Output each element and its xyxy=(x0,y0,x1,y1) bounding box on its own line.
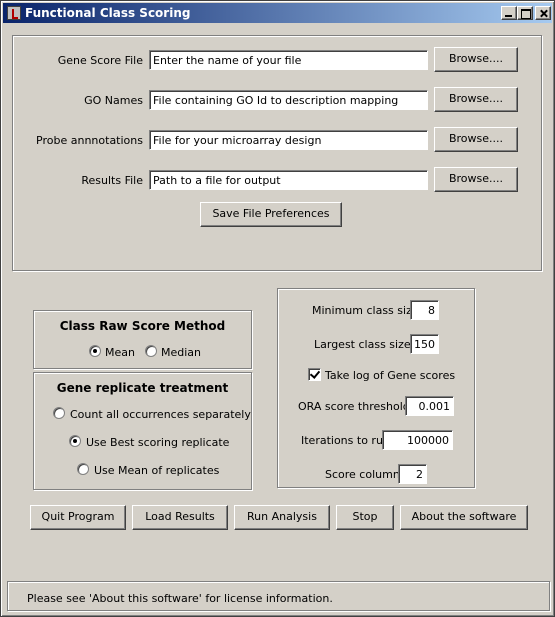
take-log-label[interactable]: Take log of Gene scores xyxy=(325,369,455,382)
raw-score-median-radio[interactable] xyxy=(145,345,157,357)
replicate-treatment-title: Gene replicate treatment xyxy=(56,381,229,395)
iterations-label: Iterations to run xyxy=(301,434,390,447)
run-analysis-button[interactable]: Run Analysis xyxy=(234,505,330,530)
max-class-size-label: Largest class size xyxy=(314,338,411,351)
probe-annotations-browse-button[interactable]: Browse.... xyxy=(434,127,518,152)
min-class-size-label: Minimum class size xyxy=(312,304,419,317)
close-icon[interactable] xyxy=(535,6,551,20)
results-browse-button[interactable]: Browse.... xyxy=(434,167,518,192)
probe-annotations-input[interactable]: File for your microarray design xyxy=(149,130,428,150)
replicate-count-all-radio[interactable] xyxy=(53,407,65,419)
go-names-input[interactable]: File containing GO Id to description map… xyxy=(149,90,428,110)
score-column-input[interactable]: 2 xyxy=(398,464,427,484)
title-bar[interactable]: Functional Class Scoring xyxy=(3,3,552,23)
window-title: Functional Class Scoring xyxy=(25,6,191,20)
score-column-label: Score column xyxy=(325,468,400,481)
stop-button[interactable]: Stop xyxy=(336,505,394,530)
results-file-label: Results File xyxy=(81,174,143,187)
main-window: Functional Class Scoring Gene Score File… xyxy=(0,0,555,617)
replicate-mean-label[interactable]: Use Mean of replicates xyxy=(94,464,219,477)
results-file-input[interactable]: Path to a file for output xyxy=(149,170,428,190)
save-file-preferences-button[interactable]: Save File Preferences xyxy=(200,202,342,227)
maximize-icon[interactable] xyxy=(517,6,533,20)
ora-threshold-input[interactable]: 0.001 xyxy=(405,396,454,416)
min-class-size-input[interactable]: 8 xyxy=(410,300,439,320)
replicate-best-label[interactable]: Use Best scoring replicate xyxy=(86,436,229,449)
raw-score-median-label[interactable]: Median xyxy=(161,346,201,359)
raw-score-mean-label[interactable]: Mean xyxy=(105,346,135,359)
go-names-browse-button[interactable]: Browse.... xyxy=(434,87,518,112)
gene-score-file-label: Gene Score File xyxy=(57,54,143,67)
replicate-mean-radio[interactable] xyxy=(77,463,89,475)
parameters-panel xyxy=(277,288,475,488)
iterations-input[interactable]: 100000 xyxy=(382,430,453,450)
java-app-icon xyxy=(7,6,21,20)
load-results-button[interactable]: Load Results xyxy=(132,505,228,530)
gene-score-browse-button[interactable]: Browse.... xyxy=(434,47,518,72)
max-class-size-input[interactable]: 150 xyxy=(410,334,439,354)
probe-annotations-label: Probe annnotations xyxy=(36,134,143,147)
raw-score-mean-radio[interactable] xyxy=(89,345,101,357)
replicate-count-all-label[interactable]: Count all occurrences separately xyxy=(70,408,251,421)
quit-program-button[interactable]: Quit Program xyxy=(30,505,126,530)
replicate-best-radio[interactable] xyxy=(69,435,81,447)
raw-score-method-title: Class Raw Score Method xyxy=(59,319,226,333)
ora-threshold-label: ORA score threshold xyxy=(298,400,410,413)
status-message: Please see 'About this software' for lic… xyxy=(27,592,333,605)
minimize-icon[interactable] xyxy=(501,6,517,20)
gene-score-file-input[interactable]: Enter the name of your file xyxy=(149,50,428,70)
about-software-button[interactable]: About the software xyxy=(400,505,528,530)
go-names-label: GO Names xyxy=(84,94,143,107)
take-log-checkbox[interactable] xyxy=(308,368,321,381)
